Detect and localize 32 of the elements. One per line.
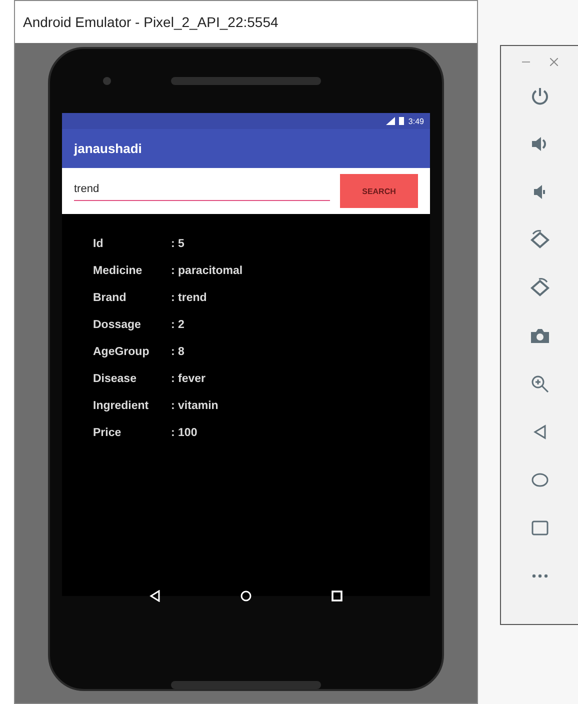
status-time: 3:49: [408, 116, 424, 126]
field-value: : 2: [171, 319, 186, 332]
field-label: Dossage: [93, 319, 142, 332]
rotate-icon[interactable]: [528, 278, 550, 298]
field-label: Brand: [93, 292, 128, 304]
field-label: Ingredient: [93, 400, 150, 412]
field-label: AgeGroup: [93, 346, 150, 358]
field-value: : fever: [171, 373, 207, 386]
camera-icon[interactable]: [530, 328, 550, 344]
rotate-icon[interactable]: [528, 230, 550, 250]
field-value: : 5: [171, 238, 186, 250]
search-field[interactable]: trend: [62, 168, 334, 214]
field-value: : 100: [171, 427, 198, 440]
field-value: : paracitomal: [171, 265, 244, 278]
more-icon[interactable]: [532, 574, 548, 578]
field-label: Disease: [93, 373, 138, 386]
power-icon[interactable]: [530, 86, 550, 106]
field-label: Medicine: [93, 265, 144, 278]
field-value: : vitamin: [171, 400, 220, 412]
search-button[interactable]: SEARCH: [334, 168, 430, 214]
field-label: Id: [93, 238, 104, 250]
close-icon[interactable]: [550, 58, 558, 66]
minimize-icon[interactable]: [522, 61, 530, 63]
field-value: : 8: [171, 346, 186, 358]
zoom-icon[interactable]: [530, 375, 548, 393]
field-label: Price: [93, 427, 122, 440]
volume-down-icon[interactable]: [532, 184, 548, 200]
signal-icon: [386, 117, 396, 126]
app-title: janaushadi: [74, 141, 142, 156]
field-value: : trend: [171, 292, 208, 304]
battery-icon: [399, 117, 404, 126]
camera-lens: [103, 77, 111, 86]
